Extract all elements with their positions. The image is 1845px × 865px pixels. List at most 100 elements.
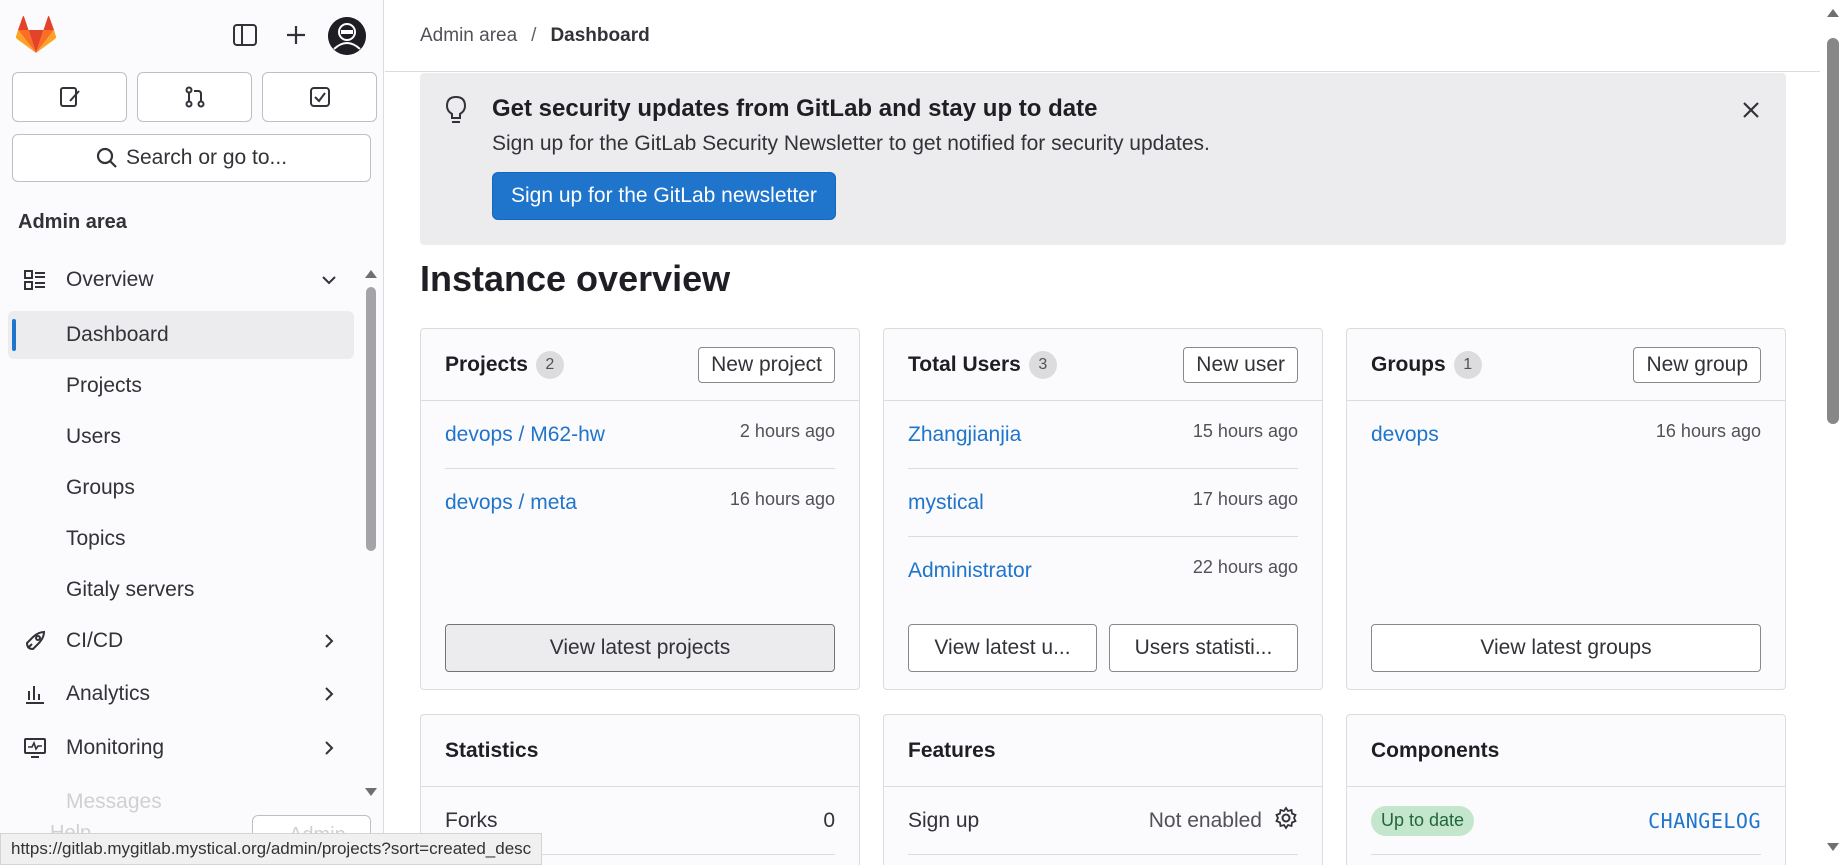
page-title: Instance overview <box>420 258 731 299</box>
chevron-right-icon <box>318 737 340 759</box>
status-badge: Up to date <box>1371 805 1475 836</box>
components-card: Components Up to date CHANGELOG <box>1346 714 1786 865</box>
sidebar-top <box>0 0 383 72</box>
card-title: Features <box>908 738 996 762</box>
timestamp: 16 hours ago <box>729 489 835 509</box>
sidebar-item-cicd[interactable]: CI/CD <box>0 617 354 665</box>
page-scrollbar-thumb[interactable] <box>1827 38 1839 424</box>
feature-status: Not enabled <box>1148 808 1262 832</box>
groups-card: Groups 1 New group devops 16 hours ago V… <box>1346 328 1786 690</box>
sidebar-item-monitoring[interactable]: Monitoring <box>0 724 354 772</box>
sidebar-item-groups[interactable]: Groups <box>0 464 354 512</box>
chevron-right-icon <box>318 630 340 652</box>
changelog-link[interactable]: CHANGELOG <box>1648 809 1761 833</box>
gitlab-logo-icon[interactable] <box>15 16 57 56</box>
todo-checkbox-icon <box>309 87 330 107</box>
view-latest-projects-button[interactable]: View latest projects <box>445 624 835 672</box>
scroll-up-arrow-icon[interactable] <box>1826 8 1840 18</box>
close-icon[interactable] <box>1736 95 1766 125</box>
list-item: mystical 17 hours ago <box>908 469 1298 537</box>
link-status-bar: https://gitlab.mygitlab.mystical.org/adm… <box>0 833 543 865</box>
stat-value: 0 <box>823 808 835 832</box>
user-link[interactable]: mystical <box>908 491 984 515</box>
sidebar-item-label: Groups <box>66 476 135 499</box>
chevron-right-icon <box>318 683 340 705</box>
rocket-icon <box>22 628 48 654</box>
features-card: Features Sign up Not enabled <box>883 714 1323 865</box>
todos-button[interactable] <box>262 72 377 122</box>
search-button[interactable]: Search or go to... <box>12 134 371 182</box>
stat-label: Forks <box>445 808 498 832</box>
issues-button[interactable] <box>12 72 127 122</box>
sidebar-item-topics[interactable]: Topics <box>0 515 354 563</box>
component-row: Up to date CHANGELOG <box>1371 787 1761 855</box>
users-card: Total Users 3 New user Zhangjianjia 15 h… <box>883 328 1323 690</box>
view-latest-groups-button[interactable]: View latest groups <box>1371 624 1761 672</box>
issues-icon <box>59 87 80 107</box>
sidebar-item-label: Users <box>66 425 121 448</box>
users-statistics-button[interactable]: Users statisti... <box>1109 624 1298 672</box>
quick-actions <box>12 72 377 122</box>
sidebar-item-analytics[interactable]: Analytics <box>0 670 354 718</box>
user-link[interactable]: Administrator <box>908 559 1032 583</box>
card-title: Components <box>1371 738 1500 762</box>
page-scrollbar[interactable] <box>1820 0 1845 865</box>
merge-request-icon <box>185 86 204 108</box>
feature-row: Sign up Not enabled <box>908 787 1298 855</box>
list-item: devops / M62-hw 2 hours ago <box>445 401 835 469</box>
sidebar: Search or go to... Admin area Overview D… <box>0 0 384 865</box>
card-header: Components <box>1347 715 1785 787</box>
sidebar-item-users[interactable]: Users <box>0 413 354 461</box>
new-user-button[interactable]: New user <box>1183 347 1298 383</box>
user-link[interactable]: Zhangjianjia <box>908 423 1021 447</box>
breadcrumb-separator: / <box>531 24 537 46</box>
gear-icon[interactable] <box>1274 805 1298 836</box>
breadcrumb-current[interactable]: Dashboard <box>550 25 649 47</box>
sidebar-scrollbar[interactable] <box>366 287 376 551</box>
sidebar-item-label: CI/CD <box>66 629 124 652</box>
list-item: Zhangjianjia 15 hours ago <box>908 401 1298 469</box>
sidebar-item-overview[interactable]: Overview <box>0 256 354 304</box>
view-latest-users-button[interactable]: View latest u... <box>908 624 1097 672</box>
project-link[interactable]: devops / meta <box>445 491 577 515</box>
search-icon <box>96 147 117 168</box>
breadcrumb-admin-area[interactable]: Admin area <box>420 25 517 47</box>
merge-requests-button[interactable] <box>137 72 252 122</box>
chart-icon <box>22 681 48 707</box>
timestamp: 17 hours ago <box>1192 489 1298 509</box>
banner-text: Sign up for the GitLab Security Newslett… <box>492 132 1210 155</box>
new-project-button[interactable]: New project <box>698 347 835 383</box>
sidebar-item-dashboard[interactable]: Dashboard <box>8 311 354 359</box>
scroll-down-arrow-icon[interactable] <box>1826 842 1840 852</box>
scroll-down-arrow-icon[interactable] <box>364 780 378 803</box>
list-item: Administrator 22 hours ago <box>908 537 1298 605</box>
new-group-button[interactable]: New group <box>1633 347 1761 383</box>
sidebar-item-messages[interactable]: Messages <box>66 790 162 814</box>
monitor-icon <box>22 735 48 761</box>
card-header: Groups 1 New group <box>1347 329 1785 401</box>
sidebar-item-gitaly-servers[interactable]: Gitaly servers <box>0 566 354 614</box>
sidebar-item-label: Monitoring <box>66 736 165 759</box>
sidebar-item-label: Dashboard <box>66 323 169 346</box>
project-link[interactable]: devops / M62-hw <box>445 423 605 447</box>
count-badge: 2 <box>535 350 564 379</box>
card-title: Total Users <box>908 352 1021 376</box>
sidebar-toggle-icon[interactable] <box>230 20 260 50</box>
breadcrumb: Admin area / Dashboard <box>385 0 1820 72</box>
overview-icon <box>22 267 48 293</box>
scroll-up-arrow-icon[interactable] <box>364 262 378 285</box>
sidebar-item-projects[interactable]: Projects <box>0 362 354 410</box>
card-title: Groups <box>1371 352 1446 376</box>
plus-icon[interactable] <box>281 20 311 50</box>
sidebar-section-title: Admin area <box>18 211 127 233</box>
list-item: devops / meta 16 hours ago <box>445 469 835 537</box>
card-header: Total Users 3 New user <box>884 329 1322 401</box>
card-header: Projects 2 New project <box>421 329 859 401</box>
sidebar-item-label: Overview <box>66 268 154 291</box>
group-link[interactable]: devops <box>1371 423 1439 447</box>
newsletter-signup-button[interactable]: Sign up for the GitLab newsletter <box>492 172 836 220</box>
card-title: Statistics <box>445 738 539 762</box>
card-header: Statistics <box>421 715 859 787</box>
lightbulb-icon <box>444 95 468 131</box>
avatar[interactable] <box>328 17 366 55</box>
